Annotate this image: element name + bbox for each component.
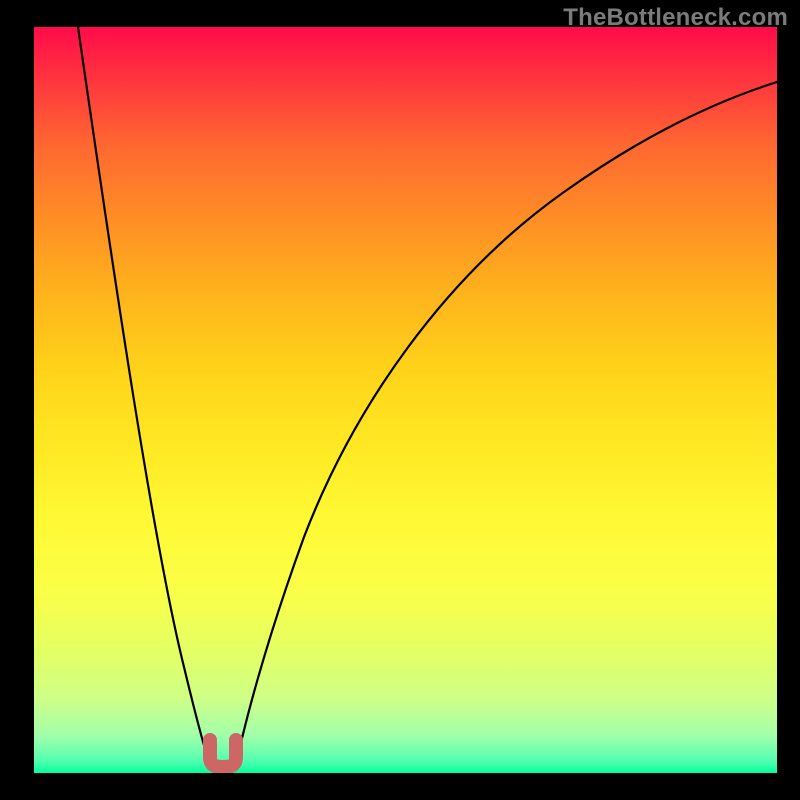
chart-svg [34, 27, 777, 773]
right-curve [236, 82, 777, 765]
watermark-text: TheBottleneck.com [563, 4, 788, 32]
chart-frame: TheBottleneck.com [0, 0, 800, 800]
left-curve [78, 27, 210, 765]
dip-marker [210, 740, 236, 767]
plot-area [34, 27, 777, 773]
